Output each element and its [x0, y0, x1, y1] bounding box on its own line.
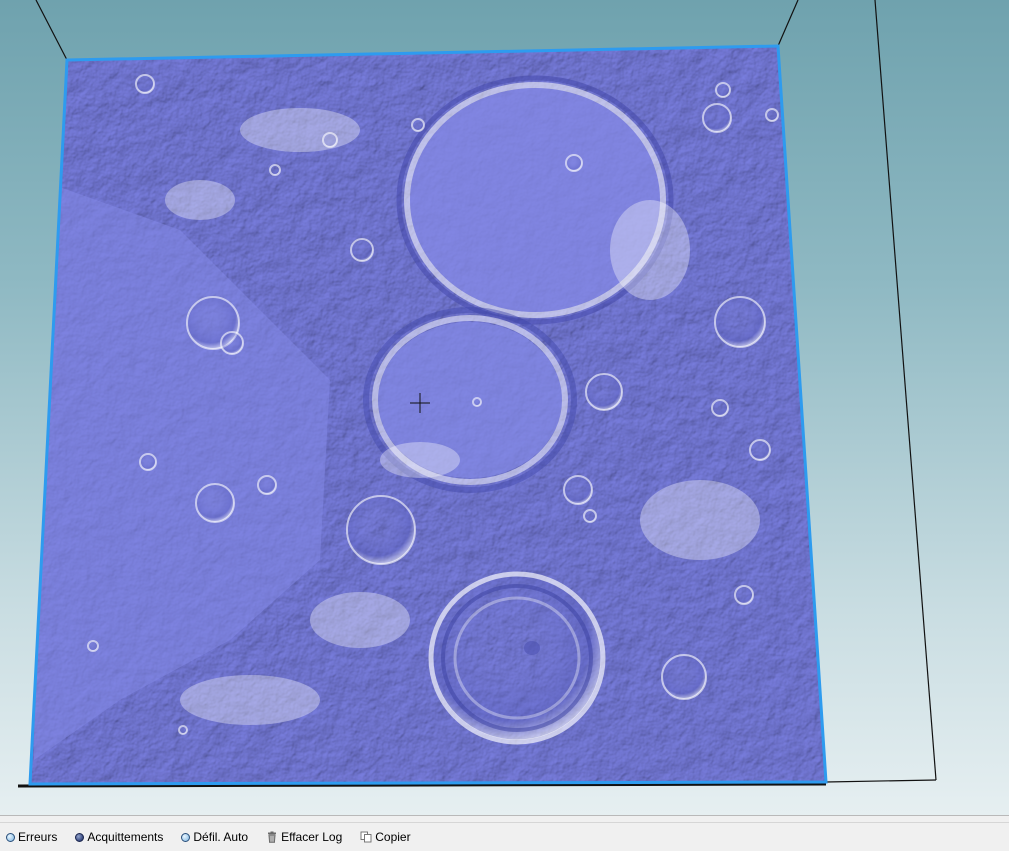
terrain-surface[interactable]	[30, 46, 826, 784]
log-toolbar: Erreurs Acquittements Défil. Auto Efface…	[0, 823, 1009, 851]
autoscroll-toggle[interactable]: Défil. Auto	[181, 830, 248, 844]
copy-label: Copier	[375, 830, 411, 844]
crater-south	[428, 571, 606, 745]
autoscroll-label: Défil. Auto	[193, 830, 249, 844]
radio-icon	[6, 832, 15, 842]
copy-icon	[360, 831, 372, 843]
acknowledgements-label: Acquittements	[87, 830, 164, 844]
acknowledgements-radio[interactable]: Acquittements	[75, 830, 163, 844]
terrain-scene[interactable]	[0, 0, 1009, 815]
clear-log-label: Effacer Log	[281, 830, 343, 844]
trash-icon	[268, 831, 277, 843]
errors-label: Erreurs	[18, 830, 58, 844]
3d-viewport[interactable]	[0, 0, 1009, 815]
copy-button[interactable]: Copier	[360, 830, 411, 844]
radio-icon	[181, 832, 191, 842]
errors-radio[interactable]: Erreurs	[6, 830, 57, 844]
panel-splitter[interactable]	[0, 815, 1009, 823]
clear-log-button[interactable]: Effacer Log	[266, 830, 342, 844]
radio-selected-icon	[75, 832, 85, 842]
